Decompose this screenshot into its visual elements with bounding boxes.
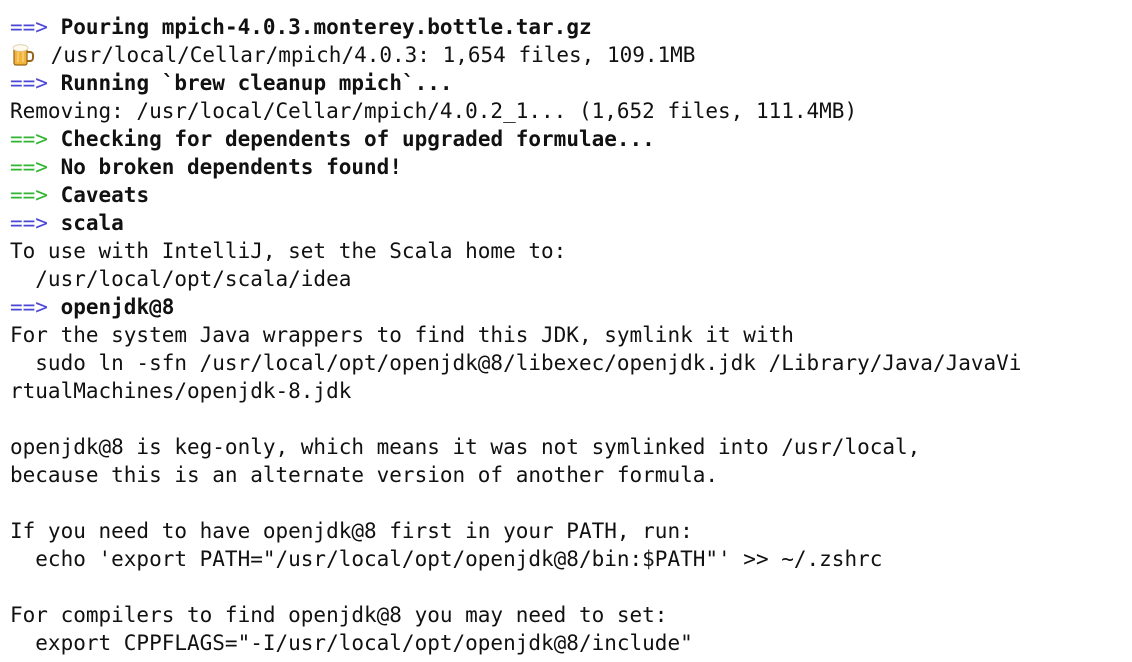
output-text: sudo ln -sfn /usr/local/opt/openjdk@8/li… xyxy=(10,351,1022,375)
terminal-line: If you need to have openjdk@8 first in y… xyxy=(10,517,693,545)
command-heading-text: Running `brew cleanup mpich`... xyxy=(60,71,453,95)
terminal-line: ==> Pouring mpich-4.0.3.monterey.bottle.… xyxy=(10,13,592,41)
output-text: openjdk@8 is keg-only, which means it wa… xyxy=(10,435,921,459)
terminal-line: For the system Java wrappers to find thi… xyxy=(10,321,794,349)
terminal-line: ==> Caveats xyxy=(10,181,149,209)
command-arrow: ==> xyxy=(10,295,48,319)
command-arrow: ==> xyxy=(10,183,48,207)
output-text: /usr/local/opt/scala/idea xyxy=(10,267,352,291)
terminal-line: because this is an alternate version of … xyxy=(10,461,718,489)
beer-mug-icon xyxy=(10,41,38,69)
terminal-line: ==> scala xyxy=(10,209,124,237)
command-heading-text: Caveats xyxy=(60,183,150,207)
terminal-line: For compilers to find openjdk@8 you may … xyxy=(10,601,667,629)
terminal-line: echo 'export PATH="/usr/local/opt/openjd… xyxy=(10,545,882,573)
terminal-line: sudo ln -sfn /usr/local/opt/openjdk@8/li… xyxy=(10,349,1021,377)
output-text: export CPPFLAGS="-I/usr/local/opt/openjd… xyxy=(10,631,693,655)
output-text: echo 'export PATH="/usr/local/opt/openjd… xyxy=(10,547,883,571)
output-text: rtualMachines/openjdk-8.jdk xyxy=(10,379,352,403)
terminal-line: export CPPFLAGS="-I/usr/local/opt/openjd… xyxy=(10,629,693,657)
command-heading-text: No broken dependents found! xyxy=(60,155,402,179)
output-text: If you need to have openjdk@8 first in y… xyxy=(10,519,693,543)
terminal-line: ==> Checking for dependents of upgraded … xyxy=(10,125,655,153)
terminal-line: openjdk@8 is keg-only, which means it wa… xyxy=(10,433,920,461)
terminal-output[interactable]: ==> Pouring mpich-4.0.3.monterey.bottle.… xyxy=(0,0,1132,662)
command-heading-text: openjdk@8 xyxy=(60,295,175,319)
terminal-line: Removing: /usr/local/Cellar/mpich/4.0.2_… xyxy=(10,97,857,125)
output-text: /usr/local/Cellar/mpich/4.0.3: 1,654 fil… xyxy=(50,43,696,67)
command-arrow: ==> xyxy=(10,155,48,179)
terminal-line: ==> openjdk@8 xyxy=(10,293,174,321)
terminal-line: ==> Running `brew cleanup mpich`... xyxy=(10,69,453,97)
command-arrow: ==> xyxy=(10,71,48,95)
terminal-line: To use with IntelliJ, set the Scala home… xyxy=(10,237,566,265)
terminal-line: ==> No broken dependents found! xyxy=(10,153,402,181)
command-arrow: ==> xyxy=(10,127,48,151)
terminal-line: /usr/local/opt/scala/idea xyxy=(10,265,351,293)
command-arrow: ==> xyxy=(10,211,48,235)
command-heading-text: scala xyxy=(60,211,124,235)
output-text: To use with IntelliJ, set the Scala home… xyxy=(10,239,567,263)
output-text: For the system Java wrappers to find thi… xyxy=(10,323,794,347)
output-text: Removing: /usr/local/Cellar/mpich/4.0.2_… xyxy=(10,99,858,123)
output-text: For compilers to find openjdk@8 you may … xyxy=(10,603,668,627)
terminal-line: rtualMachines/openjdk-8.jdk xyxy=(10,377,351,405)
terminal-line: /usr/local/Cellar/mpich/4.0.3: 1,654 fil… xyxy=(10,41,695,69)
command-heading-text: Pouring mpich-4.0.3.monterey.bottle.tar.… xyxy=(60,15,592,39)
output-text: because this is an alternate version of … xyxy=(10,463,719,487)
command-heading-text: Checking for dependents of upgraded form… xyxy=(60,127,655,151)
command-arrow: ==> xyxy=(10,15,48,39)
